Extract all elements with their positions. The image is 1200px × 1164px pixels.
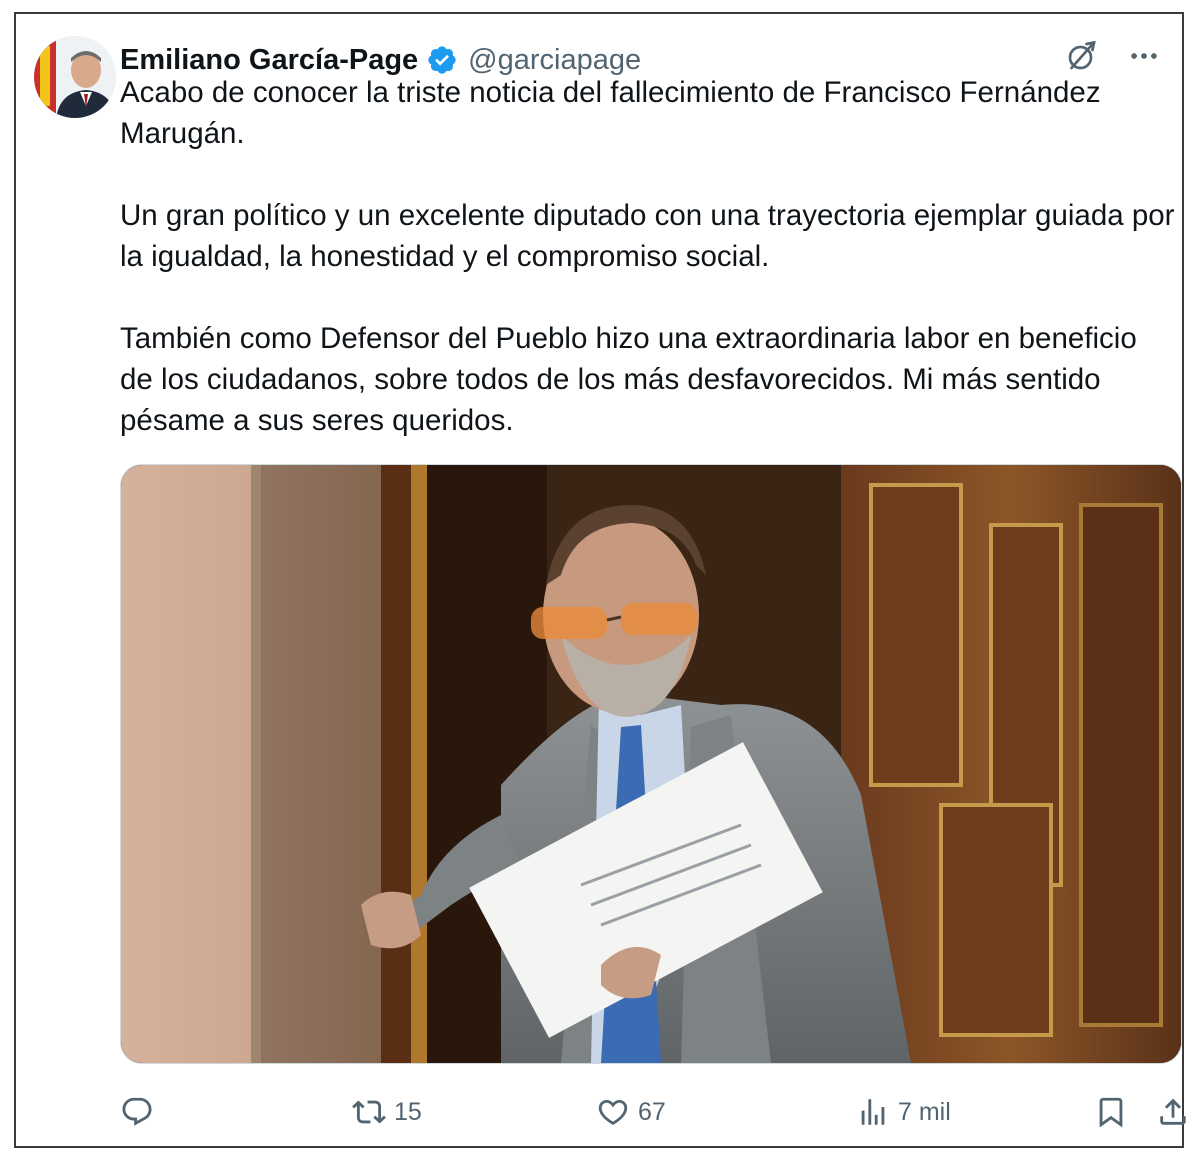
like-count: 67 (638, 1097, 666, 1126)
like-button[interactable]: 67 (596, 1088, 666, 1136)
reply-button[interactable] (120, 1088, 154, 1136)
tweet-paragraph: Acabo de conocer la triste noticia del f… (120, 76, 1101, 150)
photo-image (121, 465, 1181, 1063)
tweet-paragraph: También como Defensor del Pueblo hizo un… (120, 322, 1137, 437)
share-button[interactable] (1156, 1088, 1190, 1136)
bookmark-button[interactable] (1094, 1088, 1128, 1136)
tweet-photo[interactable] (120, 464, 1182, 1064)
more-icon[interactable] (1124, 36, 1164, 76)
views-button[interactable]: 7 mil (856, 1088, 951, 1136)
retweet-button[interactable]: 15 (352, 1088, 422, 1136)
tweet-paragraph: Un gran político y un excelente diputado… (120, 199, 1175, 273)
retweet-icon (352, 1100, 386, 1124)
reply-icon (122, 1097, 152, 1126)
tweet-card: Emiliano García-Page @garciapage Acabo d… (14, 12, 1186, 1148)
avatar-image (34, 36, 116, 118)
bookmark-icon (1099, 1097, 1123, 1128)
author-avatar[interactable] (34, 36, 116, 118)
grok-icon[interactable] (1062, 36, 1102, 76)
tweet-action-bar: 15 67 7 mil (120, 1088, 1186, 1136)
tweet-top-actions (1062, 36, 1164, 76)
retweet-count: 15 (394, 1097, 422, 1126)
views-count: 7 mil (898, 1097, 951, 1126)
views-icon (861, 1099, 885, 1125)
like-icon (598, 1099, 628, 1125)
share-icon (1160, 1098, 1186, 1125)
tweet-text: Acabo de conocer la triste noticia del f… (120, 72, 1176, 441)
